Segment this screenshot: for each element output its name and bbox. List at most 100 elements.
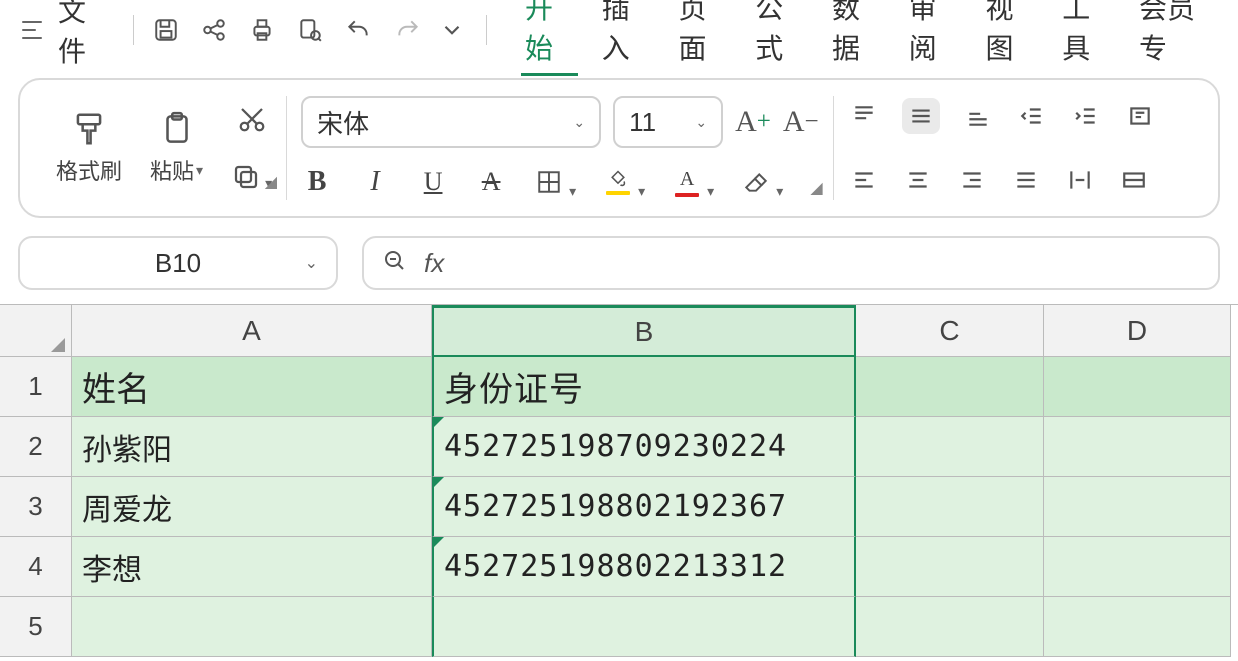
cell[interactable] — [856, 597, 1044, 657]
merge-cells-icon[interactable] — [1118, 162, 1150, 198]
font-name-select[interactable]: 宋体 ⌄ — [301, 96, 601, 148]
formula-bar: fx — [362, 236, 1220, 290]
chevron-down-icon[interactable]: ▾ — [707, 183, 714, 200]
separator — [486, 15, 487, 45]
cell[interactable]: 李想 — [72, 537, 432, 597]
tab-tools[interactable]: 工具 — [1058, 0, 1115, 76]
cancel-formula-icon[interactable] — [382, 248, 406, 279]
cell[interactable] — [856, 537, 1044, 597]
redo-dropdown-icon[interactable] — [430, 8, 474, 52]
cell[interactable]: 周爱龙 — [72, 477, 432, 537]
align-left-icon[interactable] — [848, 162, 880, 198]
increase-indent-icon[interactable] — [1070, 98, 1102, 134]
tab-view[interactable]: 视图 — [981, 0, 1038, 76]
group-launcher-icon[interactable]: ◢ — [265, 172, 277, 192]
select-all-corner[interactable] — [0, 305, 72, 357]
cell[interactable]: 孙紫阳 — [72, 417, 432, 477]
copy-icon[interactable] — [231, 162, 261, 192]
bold-button[interactable]: B — [301, 164, 333, 200]
file-menu[interactable]: 文件 — [58, 0, 109, 70]
cell[interactable] — [856, 477, 1044, 537]
column-header-A[interactable]: A — [72, 305, 432, 357]
row-header[interactable]: 5 — [0, 597, 72, 657]
font-name-value: 宋体 — [317, 104, 369, 141]
cell[interactable] — [856, 357, 1044, 417]
increase-font-icon[interactable]: A+ — [735, 105, 771, 139]
cell[interactable]: 452725198802192367 — [432, 477, 856, 537]
separator — [133, 15, 134, 45]
cell[interactable]: 姓名 — [72, 357, 432, 417]
tab-data[interactable]: 数据 — [828, 0, 885, 76]
print-preview-icon[interactable] — [290, 8, 330, 52]
ribbon-tabs: 开始 插入 页面 公式 数据 审阅 视图 工具 会员专 — [521, 0, 1216, 76]
paste-label: 粘贴 — [150, 154, 194, 186]
formula-row: B10 ⌄ fx — [0, 218, 1238, 304]
print-icon[interactable] — [242, 8, 282, 52]
row-header[interactable]: 4 — [0, 537, 72, 597]
align-bottom-icon[interactable] — [962, 98, 994, 134]
font-color-icon[interactable]: A — [671, 164, 703, 200]
format-painter-button[interactable]: 格式刷 — [56, 110, 122, 186]
tab-page[interactable]: 页面 — [674, 0, 731, 76]
borders-icon[interactable] — [533, 164, 565, 200]
app-menu-icon[interactable] — [22, 21, 42, 39]
group-launcher-icon[interactable]: ◢ — [810, 178, 822, 198]
tab-home[interactable]: 开始 — [521, 0, 578, 76]
underline-button[interactable]: U — [417, 164, 449, 200]
chevron-down-icon[interactable]: ▾ — [638, 183, 645, 200]
tab-insert[interactable]: 插入 — [598, 0, 655, 76]
fill-color-icon[interactable] — [602, 164, 634, 200]
spreadsheet-grid[interactable]: A B C D 1 姓名 身份证号 2 孙紫阳 4527251987092302… — [0, 304, 1238, 657]
share-icon[interactable] — [194, 8, 234, 52]
cell[interactable] — [1044, 417, 1231, 477]
fx-label[interactable]: fx — [424, 248, 444, 279]
undo-icon[interactable] — [338, 8, 378, 52]
row-header[interactable]: 2 — [0, 417, 72, 477]
name-box[interactable]: B10 ⌄ — [18, 236, 338, 290]
decrease-indent-icon[interactable] — [1016, 98, 1048, 134]
cell[interactable] — [1044, 477, 1231, 537]
ribbon: 格式刷 粘贴 ▾ ▾ ◢ 宋体 ⌄ — [18, 78, 1220, 218]
cell[interactable] — [1044, 597, 1231, 657]
font-size-select[interactable]: 11 ⌄ — [613, 96, 723, 148]
wrap-text-icon[interactable] — [1124, 98, 1156, 134]
format-painter-label: 格式刷 — [56, 154, 122, 186]
cell[interactable] — [72, 597, 432, 657]
cell[interactable] — [432, 597, 856, 657]
align-top-icon[interactable] — [848, 98, 880, 134]
column-header-B[interactable]: B — [432, 305, 856, 357]
cell[interactable]: 452725198802213312 — [432, 537, 856, 597]
cell[interactable] — [1044, 537, 1231, 597]
chevron-down-icon[interactable]: ▾ — [569, 183, 576, 200]
cell[interactable] — [856, 417, 1044, 477]
chevron-down-icon[interactable]: ▾ — [776, 183, 783, 200]
column-header-C[interactable]: C — [856, 305, 1044, 357]
cell[interactable]: 452725198709230224 — [432, 417, 856, 477]
tab-formula[interactable]: 公式 — [751, 0, 808, 76]
strikethrough-button[interactable]: A — [475, 164, 507, 200]
font-size-value: 11 — [629, 107, 656, 138]
cut-icon[interactable] — [231, 104, 272, 134]
justify-icon[interactable] — [1010, 162, 1042, 198]
cell[interactable]: 身份证号 — [432, 357, 856, 417]
paste-button[interactable]: 粘贴 ▾ — [150, 110, 203, 186]
align-middle-icon[interactable] — [902, 98, 940, 134]
name-box-value: B10 — [155, 248, 201, 279]
formula-input[interactable] — [462, 248, 1200, 279]
tab-vip[interactable]: 会员专 — [1135, 0, 1216, 76]
italic-button[interactable]: I — [359, 164, 391, 200]
cell[interactable] — [1044, 357, 1231, 417]
row-header[interactable]: 1 — [0, 357, 72, 417]
save-icon[interactable] — [146, 8, 186, 52]
distribute-icon[interactable] — [1064, 162, 1096, 198]
chevron-down-icon: ⌄ — [573, 114, 585, 131]
tab-review[interactable]: 审阅 — [905, 0, 962, 76]
decrease-font-icon[interactable]: A− — [783, 105, 819, 139]
row-header[interactable]: 3 — [0, 477, 72, 537]
align-right-icon[interactable] — [956, 162, 988, 198]
column-header-D[interactable]: D — [1044, 305, 1231, 357]
chevron-down-icon[interactable]: ⌄ — [305, 253, 318, 273]
eraser-icon[interactable] — [740, 164, 772, 200]
align-center-icon[interactable] — [902, 162, 934, 198]
chevron-down-icon[interactable]: ▾ — [196, 162, 203, 179]
